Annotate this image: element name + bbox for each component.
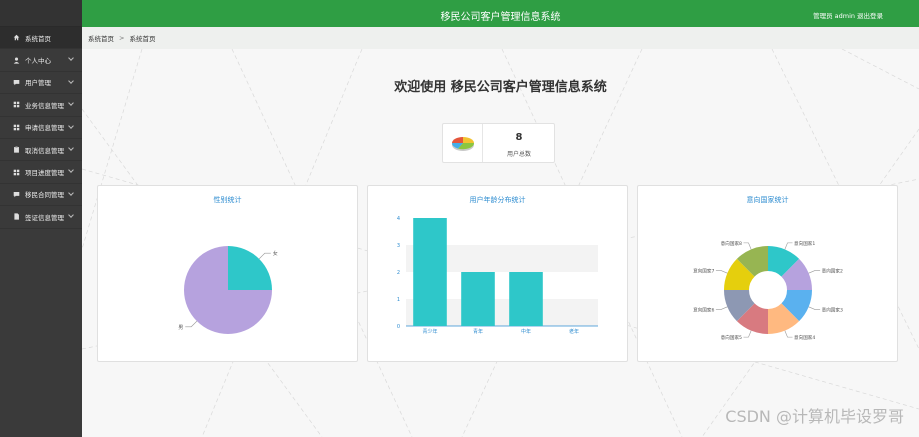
y-tick-label-4: 4 — [397, 216, 400, 222]
donut-label-line-6 — [715, 306, 728, 310]
sidebar-item-label: 申请信息管理 — [25, 124, 64, 133]
chat-icon — [12, 191, 21, 198]
welcome-heading: 欢迎使用 移民公司客户管理信息系统 — [394, 80, 607, 95]
y-tick-label-1: 1 — [397, 297, 400, 303]
chevron-down-icon — [68, 122, 74, 129]
sidebar: 系统首页 个人中心 用户管理 业务信息管理 申请信息管理 取消信息管理 项目进度… — [0, 0, 82, 437]
chevron-down-icon — [68, 145, 74, 151]
sidebar-item-label: 项目进度管理 — [25, 169, 64, 178]
chevron-down-icon — [68, 77, 74, 84]
donut-label-line-8 — [743, 242, 752, 250]
grid-icon — [12, 101, 21, 108]
gender-chart-panel: 性别统计 女男 — [97, 185, 358, 362]
chat-icon — [12, 79, 21, 86]
clipboard-icon — [12, 146, 21, 153]
chevron-down-icon — [68, 189, 74, 196]
sidebar-item-label: 业务信息管理 — [25, 101, 64, 110]
gender-pie-chart: 女男 — [178, 246, 278, 334]
top-header: 移民公司客户管理信息系统 管理员 admin 退出登录 — [82, 0, 919, 27]
donut-label-6: 意向国家6 — [693, 307, 714, 314]
user-icon — [12, 57, 21, 64]
pie-chart-icon — [443, 124, 483, 162]
chevron-down-icon — [68, 212, 74, 218]
pie-label-1: 女 — [273, 250, 278, 257]
chevron-down-icon — [68, 100, 74, 107]
age-chart-panel: 用户年龄分布统计 0 1 2 3 4 青少年 青年 中年 老年 — [367, 185, 628, 362]
breadcrumb: 系统首页 > 系统首页 — [82, 27, 919, 49]
donut-label-1: 意向国家1 — [794, 240, 815, 247]
y-tick-label-3: 3 — [397, 243, 400, 249]
breadcrumb-separator: > — [119, 34, 125, 42]
sidebar-item-visa-info[interactable]: 签证信息管理 — [0, 206, 82, 229]
breadcrumb-home[interactable]: 系统首页 — [88, 33, 114, 43]
donut-label-line-7 — [715, 270, 728, 274]
donut-label-line-4 — [784, 330, 793, 338]
bar-2 — [461, 272, 495, 326]
donut-label-line-2 — [808, 270, 821, 274]
donut-label-line-5 — [743, 330, 752, 338]
sidebar-item-label: 取消信息管理 — [25, 146, 64, 155]
main-content: 欢迎使用 移民公司客户管理信息系统 8 用户总数 性别统计 女男 用户年龄分布统… — [82, 49, 919, 437]
x-tick-label-3: 中年 — [521, 328, 531, 335]
x-tick-label-1: 青少年 — [422, 328, 437, 335]
donut-label-2: 意向国家2 — [822, 267, 843, 274]
sidebar-item-immigration-contract[interactable]: 移民合同管理 — [0, 184, 82, 207]
sidebar-item-user-management[interactable]: 用户管理 — [0, 72, 82, 95]
x-tick-label-4: 老年 — [569, 328, 579, 335]
sidebar-top — [0, 0, 82, 27]
sidebar-item-label: 移民合同管理 — [25, 191, 64, 200]
grid-icon — [12, 124, 21, 131]
x-tick-label-2: 青年 — [473, 328, 483, 335]
y-tick-label-0: 0 — [397, 324, 400, 330]
user-total-value: 8 — [515, 132, 523, 143]
pie-label-line-1 — [258, 252, 271, 260]
country-chart-panel: 意向国家统计 意向国家1 意向国家2 意向国家3 意向国家4 意向国家5 意向国家6 意向国… — [637, 185, 898, 362]
sidebar-item-project-progress[interactable]: 项目进度管理 — [0, 161, 82, 184]
donut-label-line-1 — [784, 242, 793, 250]
sidebar-item-home[interactable]: 系统首页 — [0, 27, 82, 50]
logout-link[interactable]: 退出登录 — [857, 10, 883, 20]
sidebar-item-label: 签证信息管理 — [25, 213, 64, 222]
donut-label-7: 意向国家7 — [693, 267, 714, 274]
pie-label-2: 男 — [178, 325, 183, 331]
home-icon — [12, 34, 21, 41]
sidebar-item-label: 系统首页 — [25, 34, 51, 43]
sidebar-nav: 系统首页 个人中心 用户管理 业务信息管理 申请信息管理 取消信息管理 项目进度… — [0, 27, 82, 229]
app-title: 移民公司客户管理信息系统 — [440, 12, 561, 23]
pie-label-line-2 — [185, 320, 198, 328]
donut-label-line-3 — [808, 306, 821, 310]
donut-label-5: 意向国家5 — [721, 334, 742, 341]
donut-label-8: 意向国家8 — [721, 240, 742, 247]
sidebar-item-application-info[interactable]: 申请信息管理 — [0, 117, 82, 139]
y-tick-label-2: 2 — [397, 270, 400, 276]
grid-icon — [12, 169, 21, 176]
age-bar-chart: 0 1 2 3 4 青少年 青年 中年 老年 — [397, 216, 598, 335]
donut-label-3: 意向国家3 — [822, 307, 843, 314]
donut-label-4: 意向国家4 — [794, 334, 815, 341]
sidebar-item-label: 用户管理 — [25, 79, 51, 88]
current-user: 管理员 admin — [813, 12, 855, 20]
user-total-label: 用户总数 — [506, 151, 531, 158]
user-total-card: 8 用户总数 — [442, 123, 555, 163]
sidebar-item-cancel-info[interactable]: 取消信息管理 — [0, 139, 82, 162]
bar-3 — [509, 272, 543, 326]
file-icon — [12, 213, 21, 220]
watermark: CSDN @计算机毕设罗哥 — [725, 407, 904, 426]
chevron-down-icon — [68, 167, 74, 174]
country-donut-chart: 意向国家1 意向国家2 意向国家3 意向国家4 意向国家5 意向国家6 意向国家7 意向国家8 — [693, 240, 843, 341]
bar-1 — [413, 218, 447, 326]
chevron-down-icon — [68, 55, 74, 62]
sidebar-item-label: 个人中心 — [25, 57, 51, 66]
sidebar-item-personal-center[interactable]: 个人中心 — [0, 49, 82, 72]
pie-slice-1 — [228, 246, 272, 290]
breadcrumb-current: 系统首页 — [129, 35, 156, 43]
sidebar-item-business-info[interactable]: 业务信息管理 — [0, 94, 82, 117]
